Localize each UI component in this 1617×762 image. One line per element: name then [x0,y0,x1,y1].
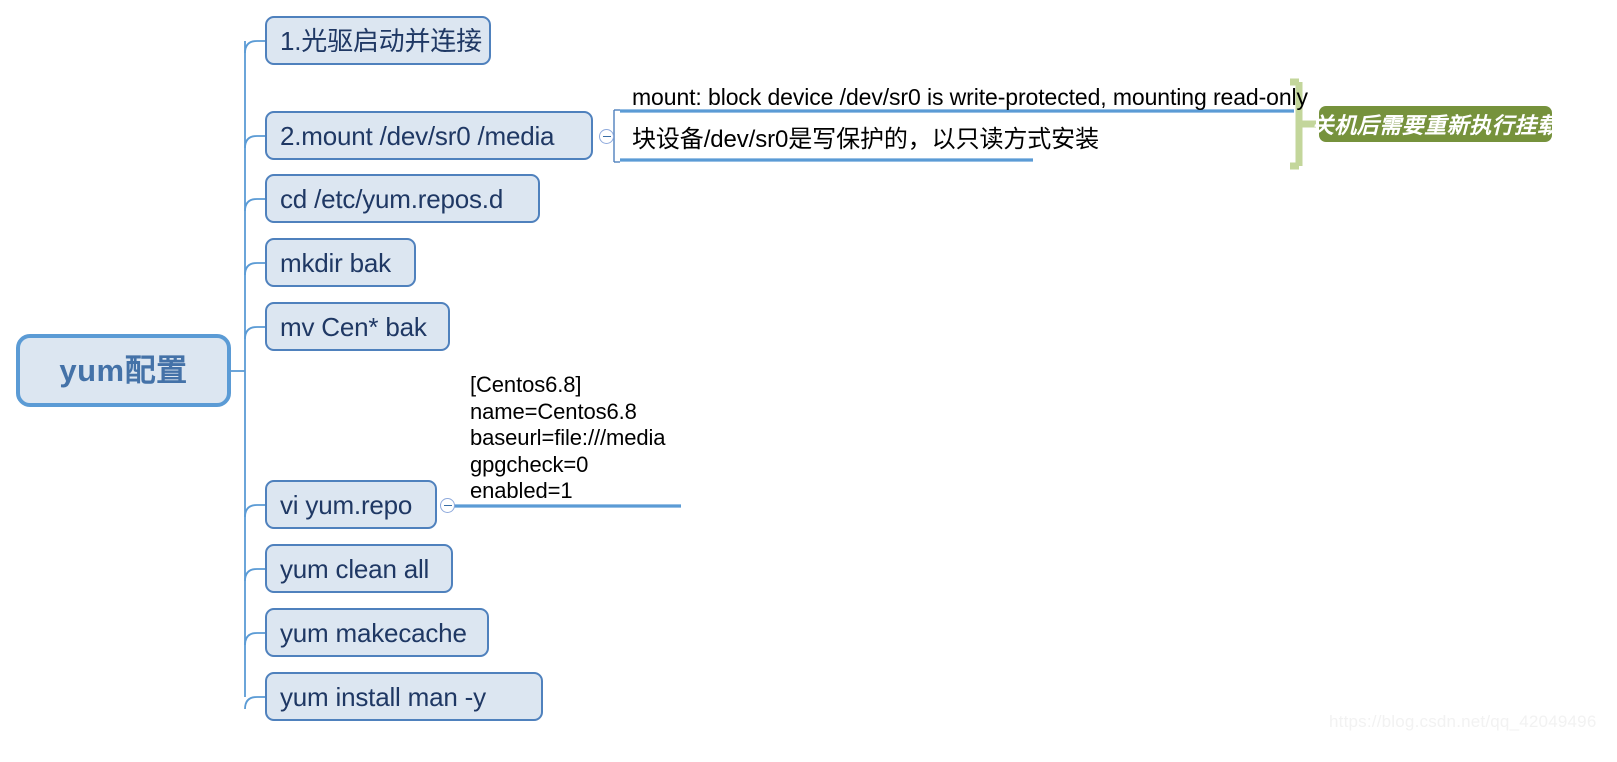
branch-node-label: mkdir bak [280,247,391,278]
branch-node-label: yum clean all [280,553,430,584]
branch-node-label: 1.光驱启动并连接 [280,25,482,56]
mindmap-canvas: yum配置 1.光驱启动并连接 2.mount /dev/sr0 /media … [0,0,1617,762]
branch-node-optical-drive[interactable]: 1.光驱启动并连接 [265,16,491,65]
branch-node-mount[interactable]: 2.mount /dev/sr0 /media [265,111,593,160]
collapse-toggle-vi-yum-repo-icon[interactable] [440,498,455,513]
branch-node-label: mv Cen* bak [280,311,427,342]
branch-node-vi-yum-repo[interactable]: vi yum.repo [265,480,437,529]
branch-node-yum-makecache[interactable]: yum makecache [265,608,489,657]
branch-node-mv-cen-bak[interactable]: mv Cen* bak [265,302,450,351]
branch-node-yum-clean-all[interactable]: yum clean all [265,544,453,593]
branch-node-yum-install-man[interactable]: yum install man -y [265,672,543,721]
branch-node-label: yum makecache [280,617,467,648]
branch-node-label: cd /etc/yum.repos.d [280,183,504,214]
collapse-toggle-mount-icon[interactable] [599,129,614,144]
mount-output-line-zh: 块设备/dev/sr0是写保护的，以只读方式安装 [632,126,1099,153]
branch-node-label: vi yum.repo [280,489,413,520]
center-node-yum-config[interactable]: yum配置 [16,334,231,407]
branch-node-label: yum install man -y [280,681,486,712]
center-node-label: yum配置 [59,353,188,388]
branch-node-label: 2.mount /dev/sr0 /media [280,120,555,151]
note-label: 关机后需要重新执行挂载 [1311,113,1560,138]
note-remount-after-shutdown[interactable]: 关机后需要重新执行挂载 [1312,106,1559,142]
repo-config-text: [Centos6.8] name=Centos6.8 baseurl=file:… [470,372,666,503]
branch-node-mkdir-bak[interactable]: mkdir bak [265,238,416,287]
mount-output-line-en: mount: block device /dev/sr0 is write-pr… [632,84,1308,110]
branch-node-cd-repos[interactable]: cd /etc/yum.repos.d [265,174,540,223]
watermark: https://blog.csdn.net/qq_42049496 [1329,712,1597,731]
